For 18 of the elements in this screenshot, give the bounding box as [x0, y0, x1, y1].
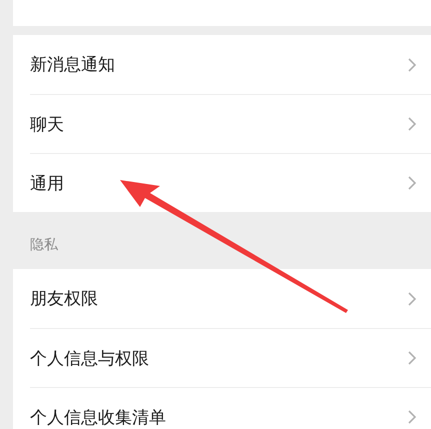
item-label: 朋友权限 — [30, 288, 98, 310]
settings-item[interactable]: 朋友权限 — [30, 269, 431, 328]
chevron-icon — [407, 350, 417, 366]
chevron-icon — [407, 290, 417, 306]
settings-item[interactable]: 个人信息与权限 — [30, 328, 431, 387]
item-label: 通用 — [30, 172, 64, 194]
item-label: 个人信息与权限 — [30, 348, 149, 370]
item-label: 个人信息收集清单 — [30, 406, 166, 428]
settings-item[interactable]: 个人信息收集清单 — [30, 387, 431, 429]
chevron-icon — [407, 409, 417, 425]
section-header: 隐私 — [30, 236, 58, 254]
chevron-icon — [407, 175, 417, 191]
item-label: 新消息通知 — [30, 54, 115, 76]
chevron-icon — [407, 116, 417, 132]
chevron-icon — [407, 56, 417, 72]
settings-item[interactable]: 聊天 — [30, 94, 431, 153]
item-label: 聊天 — [30, 114, 64, 136]
settings-item[interactable]: 新消息通知 — [30, 35, 431, 94]
